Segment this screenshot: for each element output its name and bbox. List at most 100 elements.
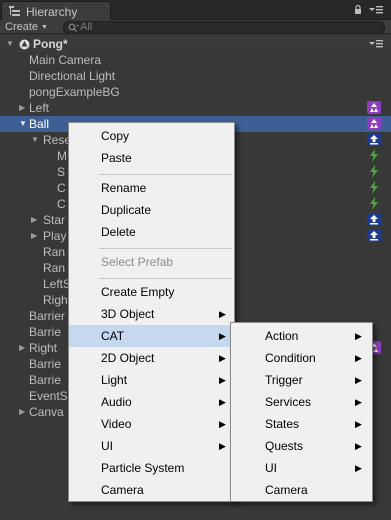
tree-item-label: Star [43,213,66,227]
chevron-right-icon: ▶ [219,309,226,319]
fold-closed-icon[interactable]: ▶ [19,340,28,356]
tree-item[interactable]: pongExampleBG [0,84,391,100]
menu-item-delete[interactable]: Delete [69,221,234,243]
tree-item[interactable]: Directional Light [0,68,391,84]
menu-separator [99,278,232,279]
tree-item-label: Barrie [29,357,62,371]
chevron-right-icon: ▶ [219,419,226,429]
submenu-item-ui[interactable]: UI ▶ [231,457,372,479]
tab-title: Hierarchy [26,5,78,19]
fold-open-icon[interactable]: ▼ [31,132,40,148]
menu-item-label: Quests [265,439,304,453]
search-input[interactable]: All [63,21,385,34]
chevron-right-icon: ▶ [355,441,362,451]
menu-item-3d-object[interactable]: 3D Object ▶ [69,303,234,325]
prefab-tree-icon[interactable] [367,117,381,130]
menu-item-label: Light [101,373,128,387]
upload-icon[interactable] [367,229,381,242]
fold-closed-icon[interactable]: ▶ [31,212,40,228]
chevron-right-icon: ▶ [219,441,226,451]
menu-item-particle-system[interactable]: Particle System [69,457,234,479]
menu-item-label: Trigger [265,373,303,387]
menu-separator [99,248,232,249]
submenu-item-trigger[interactable]: Trigger ▶ [231,369,372,391]
search-placeholder: All [80,21,93,33]
menu-item-label: Camera [101,483,144,497]
menu-item-create-empty[interactable]: Create Empty [69,281,234,303]
fold-closed-icon[interactable]: ▶ [19,100,28,116]
tree-item-label: C [57,197,66,211]
create-dropdown-button[interactable]: Create ▼ [5,21,48,33]
hierarchy-tab[interactable]: Hierarchy [1,1,111,20]
menu-item-duplicate[interactable]: Duplicate [69,199,234,221]
menu-item-label: Services [265,395,312,409]
tree-item-label: S [57,165,66,179]
menu-item-camera[interactable]: Camera [69,479,234,501]
scene-row[interactable]: ▼ Pong* [0,36,391,52]
lightning-icon[interactable] [367,197,381,210]
menu-item-2d-object[interactable]: 2D Object ▶ [69,347,234,369]
chevron-right-icon: ▶ [219,375,226,385]
menu-item-rename[interactable]: Rename [69,177,234,199]
submenu-item-action[interactable]: Action ▶ [231,325,372,347]
lock-icon[interactable] [354,5,362,14]
chevron-right-icon: ▶ [219,331,226,341]
tree-item-label: C [57,181,66,195]
menu-item-label: Condition [265,351,316,365]
menu-item-label: UI [101,439,113,453]
menu-item-copy[interactable]: Copy [69,125,234,147]
menu-item-label: States [265,417,300,431]
menu-item-cat[interactable]: CAT ▶ [69,325,234,347]
tree-item-label: Rese [43,133,72,147]
fold-open-icon[interactable]: ▼ [19,116,28,132]
tree-item-label: EventS [29,389,68,403]
menu-item-audio[interactable]: Audio ▶ [69,391,234,413]
chevron-down-icon: ▼ [41,24,48,31]
prefab-tree-icon[interactable] [367,101,381,114]
submenu-item-services[interactable]: Services ▶ [231,391,372,413]
tree-item-label: Ran [43,245,66,259]
menu-item-light[interactable]: Light ▶ [69,369,234,391]
upload-icon[interactable] [367,213,381,226]
fold-closed-icon[interactable]: ▶ [19,404,28,420]
submenu-item-condition[interactable]: Condition ▶ [231,347,372,369]
tree-item-label: Righ [43,293,68,307]
submenu-item-states[interactable]: States ▶ [231,413,372,435]
fold-open-icon[interactable]: ▼ [6,36,15,52]
lightning-icon[interactable] [367,181,381,194]
menu-item-label: Select Prefab [101,255,174,269]
tree-item-label: Barrie [29,325,62,339]
cat-submenu: Action ▶ Condition ▶ Trigger ▶ Services … [230,322,373,502]
chevron-right-icon: ▶ [355,331,362,341]
tree-item-label: pongExampleBG [29,85,120,99]
fold-closed-icon[interactable]: ▶ [31,228,40,244]
menu-item-label: Create Empty [101,285,175,299]
context-menu: Copy Paste Rename Duplicate Delete Selec… [68,122,235,502]
menu-item-paste[interactable]: Paste [69,147,234,169]
tree-item-label: Play [43,229,67,243]
tab-menu-icon[interactable] [368,4,384,15]
lightning-icon[interactable] [367,165,381,178]
menu-item-label: 2D Object [101,351,155,365]
menu-item-ui[interactable]: UI ▶ [69,435,234,457]
upload-icon[interactable] [367,133,381,146]
lightning-icon[interactable] [367,149,381,162]
tree-item[interactable]: Main Camera [0,52,391,68]
submenu-item-quests[interactable]: Quests ▶ [231,435,372,457]
tree-item-label: LeftS [43,277,72,291]
menu-item-label: 3D Object [101,307,155,321]
chevron-right-icon: ▶ [355,463,362,473]
menu-item-video[interactable]: Video ▶ [69,413,234,435]
menu-item-label: Copy [101,129,130,143]
tree-item-label: M [57,149,67,163]
tree-item[interactable]: ▶ Left [0,100,391,116]
tree-item-label: Directional Light [29,69,116,83]
tree-item-label: Canva [29,405,64,419]
tree-item-label: Ran [43,261,66,275]
chevron-right-icon: ▶ [355,397,362,407]
scene-menu-icon[interactable] [368,38,384,49]
submenu-item-camera[interactable]: Camera [231,479,372,501]
menu-item-label: UI [265,461,277,475]
menu-item-label: Camera [265,483,308,497]
menu-separator [99,174,232,175]
